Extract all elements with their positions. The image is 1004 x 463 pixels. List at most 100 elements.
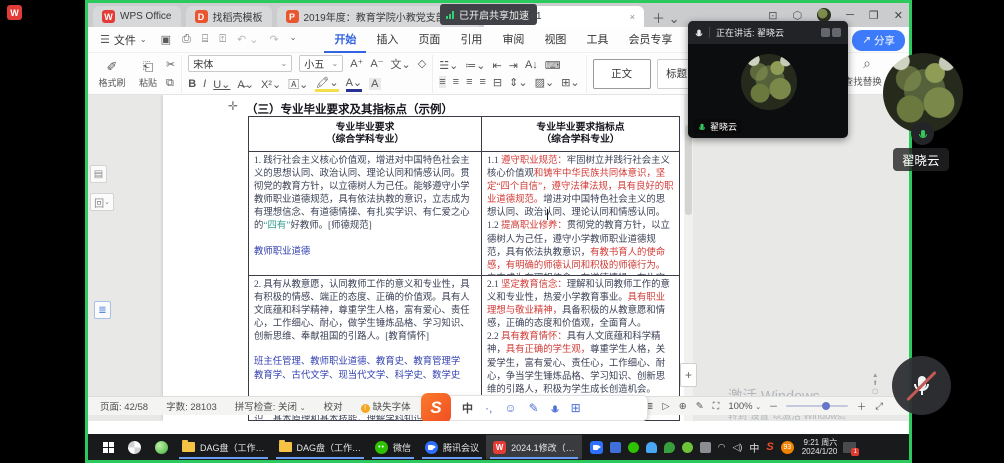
ime-voice-icon[interactable] (551, 401, 559, 415)
align-left-icon[interactable]: ≡ (439, 76, 445, 88)
taskbar-wps-document[interactable]: W 2024.1修改（… (486, 435, 582, 459)
reaction-icons[interactable] (821, 28, 841, 37)
nav-pane-icon[interactable]: ▤ (90, 165, 107, 183)
new-tab-button[interactable]: ＋ ⌄ (652, 8, 680, 27)
header-cell-indicators[interactable]: 专业毕业要求指标点 （综合学科专业） (482, 117, 679, 151)
tab-reference[interactable]: 引用 (450, 27, 492, 53)
style-body-text[interactable]: 正文 (593, 59, 651, 89)
taskbar-folder-1[interactable]: DAG盘（工作… (175, 435, 272, 459)
tab-docer[interactable]: D 找稻壳模板 (186, 6, 272, 27)
comment-tool-icon[interactable]: 回⌄ (90, 193, 114, 211)
number-list-icon[interactable]: ≔⌄ (465, 59, 485, 72)
tray-blue-app-icon[interactable] (610, 442, 621, 453)
taskbar-tencent-meeting[interactable]: 腾讯会议 (418, 435, 486, 459)
ime-emoji-icon[interactable]: ☺ (504, 401, 516, 415)
print-icon[interactable]: ⌸ (202, 33, 209, 46)
indent-icon[interactable]: ⇥ (509, 59, 518, 72)
show-marks-icon[interactable]: ⌨ (545, 59, 561, 72)
ime-indicator[interactable]: 中 (749, 440, 759, 455)
tray-sogou-icon[interactable]: S (766, 441, 773, 453)
font-size-select[interactable]: 小五⌄ (299, 55, 343, 72)
zoom-in-button[interactable]: ＋ (857, 399, 867, 413)
fullscreen-icon[interactable]: ⤢ (875, 401, 883, 412)
distribute-icon[interactable]: ⊟ (493, 76, 502, 89)
wifi-icon[interactable]: ◠ (718, 442, 726, 453)
proofread-button[interactable]: 校对 (324, 399, 343, 413)
mute-microphone-button[interactable] (892, 356, 951, 415)
tab-member[interactable]: 会员专享 (618, 27, 682, 53)
tab-home[interactable]: 开始 (324, 27, 366, 53)
cell-requirement-2[interactable]: 2. 具有从教意愿，认同教师工作的意义和专业性，具有积极的情感、端正的态度、正确… (249, 276, 482, 397)
sidebar-participant-avatar[interactable] (883, 53, 963, 133)
zoom-slider[interactable] (786, 405, 848, 407)
underline-button[interactable]: U⌄ (213, 78, 230, 91)
sort-icon[interactable]: A↓ (525, 59, 538, 71)
page-down-button[interactable]: + (680, 363, 697, 387)
bold-button[interactable]: B (188, 78, 196, 90)
start-button[interactable] (96, 435, 121, 459)
document-section-title[interactable]: （三）专业毕业要求及其指标点（示例） (246, 101, 453, 117)
save-icon[interactable]: ▣ (161, 33, 171, 46)
highlight-color-icon[interactable]: 🖍⌄ (315, 76, 338, 92)
missing-font-warning[interactable]: !缺失字体 (361, 399, 411, 413)
cell-indicator-1[interactable]: 1.1 遵守职业规范：牢固树立并践行社会主义核心价值观和铸牢中华民族共同体意识，… (482, 152, 679, 275)
zoom-out-button[interactable]: ─ (770, 401, 777, 412)
tray-shield-icon[interactable] (664, 442, 675, 453)
edit-mode-icon[interactable]: ✎ (696, 401, 704, 412)
ime-handwrite-icon[interactable]: ✎ (529, 401, 539, 415)
italic-button[interactable]: I (203, 78, 206, 90)
tab-close-icon[interactable]: × (630, 12, 635, 22)
outline-tool-icon[interactable]: ≣ (94, 301, 111, 319)
zoom-slider-knob[interactable] (822, 402, 830, 410)
restore-button[interactable]: ❐ (869, 9, 879, 22)
superscript-icon[interactable]: X²⌄ (261, 78, 281, 91)
share-button[interactable]: ↗ 分享 (852, 30, 905, 51)
line-spacing-icon[interactable]: ⇕⌄ (509, 76, 527, 89)
page-indicator[interactable]: 页面: 42/58 (100, 399, 148, 413)
word-count[interactable]: 字数: 28103 (166, 399, 217, 413)
tray-green-plus-icon[interactable] (682, 442, 693, 453)
spellcheck-status[interactable]: 拼写检查: 关闭 ⌄ (235, 399, 306, 413)
notification-icon[interactable]: 1 (843, 442, 856, 453)
cut-icon[interactable]: ✂ (166, 58, 175, 71)
window-layout-icon[interactable]: ⊡ (768, 9, 777, 22)
table-move-handle[interactable]: ✛ (228, 99, 238, 113)
meeting-window-titlebar[interactable]: 正在讲话: 翟晓云 (688, 21, 848, 44)
green-browser-button[interactable] (148, 435, 175, 459)
grow-font-icon[interactable]: A⁺ (350, 57, 363, 70)
zoom-level[interactable]: 100% ⌄ (728, 401, 761, 412)
file-menu[interactable]: ☰ 文件 ⌄ (100, 32, 147, 48)
undo-icon[interactable]: ↶ ⌄ (237, 33, 259, 46)
ime-toolbox-icon[interactable]: ⊞ (571, 401, 581, 415)
tray-cloud-icon[interactable] (646, 442, 657, 453)
fit-page-icon[interactable]: ⛶ (713, 401, 720, 412)
ime-mode-chinese[interactable]: 中 (462, 400, 473, 416)
strikethrough-icon[interactable]: A̶⌄ (237, 78, 254, 91)
clear-format-icon[interactable]: ◇ (418, 57, 426, 70)
graduation-requirements-table[interactable]: 专业毕业要求 （综合学科专业） 专业毕业要求指标点 （综合学科专业） 1. 践行… (248, 116, 680, 421)
paste-button[interactable]: ⎗ 粘贴 (130, 59, 166, 89)
pinwheel-app-button[interactable] (121, 435, 148, 459)
tab-view[interactable]: 视图 (534, 27, 576, 53)
cell-requirement-1[interactable]: 1. 践行社会主义核心价值观，增进对中国特色社会主义的思想认同、政治认同、理论认… (249, 152, 482, 275)
more-commands-icon[interactable]: ⌄ (290, 33, 297, 46)
font-name-select[interactable]: 宋体⌄ (188, 55, 292, 72)
ime-punctuation-icon[interactable]: ·, (485, 401, 492, 415)
print-preview-icon[interactable]: ⍐ (219, 33, 226, 46)
tray-camera-icon[interactable] (700, 442, 711, 453)
shrink-font-icon[interactable]: A⁻ (370, 57, 383, 70)
tab-insert[interactable]: 插入 (366, 27, 408, 53)
char-shading-icon[interactable]: 🄰⌄ (288, 76, 308, 92)
export-pdf-icon[interactable]: ⎙ (182, 33, 191, 46)
web-layout-icon[interactable]: ⊕ (679, 401, 687, 412)
tab-review[interactable]: 审阅 (492, 27, 534, 53)
format-painter-button[interactable]: ✐ 格式刷 (94, 59, 130, 89)
sogou-logo-icon[interactable]: S (421, 393, 451, 421)
font-color-icon[interactable]: A⌄ (346, 76, 363, 92)
tab-wps-office[interactable]: W WPS Office (93, 6, 181, 27)
shading-icon[interactable]: ▨⌄ (535, 76, 555, 89)
tray-wechat-icon[interactable] (628, 442, 639, 453)
meeting-floating-window[interactable]: 正在讲话: 翟晓云 翟晓云 (688, 21, 848, 138)
justify-icon[interactable]: ≡ (479, 76, 485, 88)
header-cell-requirements[interactable]: 专业毕业要求 （综合学科专业） (249, 117, 482, 151)
